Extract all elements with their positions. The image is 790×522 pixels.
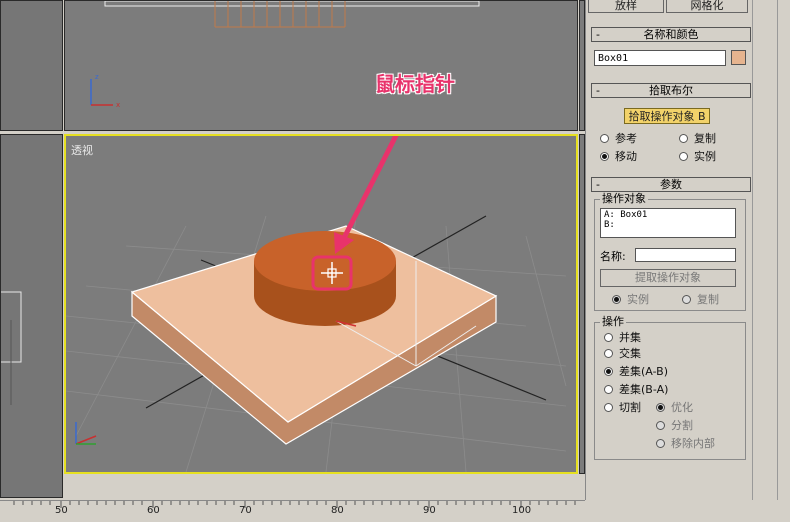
radio-instance[interactable]: 实例 — [679, 150, 716, 164]
viewport-left[interactable] — [0, 134, 63, 498]
ruler-tick-label: 50 — [55, 505, 68, 516]
ruler-tick-label: 80 — [331, 505, 344, 516]
perspective-scene — [66, 136, 567, 472]
viewport-perspective[interactable]: 透视 — [64, 134, 578, 474]
radio-label: 差集(A-B) — [619, 365, 668, 378]
name-label: 名称: — [600, 250, 626, 263]
radio-split[interactable]: 分割 — [656, 419, 693, 433]
radio-icon — [604, 348, 613, 358]
radio-icon — [604, 402, 613, 412]
operation-label: 操作 — [600, 315, 626, 328]
rollout-title: 参数 — [660, 178, 682, 191]
radio-intersection[interactable]: 交集 — [604, 347, 641, 361]
operand-name-field[interactable] — [635, 248, 736, 262]
radio-icon — [604, 384, 613, 394]
radio-icon — [679, 133, 688, 143]
radio-icon — [656, 420, 665, 430]
annotation-mouse-pointer: 鼠标指针 — [375, 72, 455, 96]
rollout-name-color[interactable]: - 名称和颜色 — [591, 27, 751, 42]
radio-cut[interactable]: 切割 — [604, 401, 641, 415]
rollout-pick-boolean[interactable]: - 拾取布尔 — [591, 83, 751, 98]
radio-icon-selected — [656, 402, 665, 412]
radio-icon-selected — [600, 151, 609, 161]
rollout-parameters[interactable]: - 参数 — [591, 177, 751, 192]
time-ruler[interactable] — [0, 500, 585, 522]
radio-icon-selected — [612, 294, 621, 304]
operand-a[interactable]: A: Box01 — [604, 210, 732, 220]
radio-icon — [600, 133, 609, 143]
object-color-swatch[interactable] — [731, 50, 746, 65]
radio-reference[interactable]: 参考 — [600, 132, 637, 146]
radio-label: 分割 — [671, 419, 693, 432]
ruler-ticks — [13, 501, 576, 508]
svg-text:x: x — [116, 101, 120, 109]
radio-extract-copy[interactable]: 复制 — [682, 293, 719, 307]
loft-button[interactable]: 放样 — [588, 0, 664, 13]
viewport-top[interactable]: z x — [64, 0, 578, 131]
radio-label: 实例 — [694, 150, 716, 163]
radio-label: 差集(B-A) — [619, 383, 669, 396]
operands-list[interactable]: A: Box01 B: — [600, 208, 736, 238]
viewport-top-left[interactable] — [0, 0, 63, 131]
radio-label: 移除内部 — [671, 437, 715, 450]
radio-refine[interactable]: 优化 — [656, 401, 693, 415]
rollout-title: 拾取布尔 — [649, 84, 693, 97]
radio-label: 复制 — [694, 132, 716, 145]
radio-remove-inside[interactable]: 移除内部 — [656, 437, 715, 451]
extract-operand-button[interactable]: 提取操作对象 — [600, 269, 736, 287]
operands-label: 操作对象 — [600, 192, 648, 205]
radio-subtract-ba[interactable]: 差集(B-A) — [604, 383, 668, 397]
radio-icon — [679, 151, 688, 161]
operand-b[interactable]: B: — [604, 220, 732, 230]
radio-label: 实例 — [627, 293, 649, 306]
radio-label: 优化 — [671, 401, 693, 414]
radio-icon — [682, 294, 691, 304]
mesh-button[interactable]: 网格化 — [666, 0, 748, 13]
radio-label: 复制 — [697, 293, 719, 306]
radio-icon-selected — [604, 366, 613, 376]
radio-move[interactable]: 移动 — [600, 150, 637, 164]
rollout-title: 名称和颜色 — [643, 28, 699, 41]
radio-label: 切割 — [619, 401, 641, 414]
object-name-field[interactable] — [594, 50, 726, 66]
radio-label: 参考 — [615, 132, 637, 145]
radio-extract-instance[interactable]: 实例 — [612, 293, 649, 307]
radio-copy[interactable]: 复制 — [679, 132, 716, 146]
top-viewport-scene: z x — [90, 1, 480, 109]
ruler-tick-label: 70 — [239, 505, 252, 516]
command-panel-scrollbar[interactable] — [752, 0, 778, 500]
radio-label: 并集 — [619, 331, 641, 344]
ruler-tick-label: 90 — [423, 505, 436, 516]
ruler-tick-label: 60 — [147, 505, 160, 516]
radio-icon — [604, 332, 613, 342]
radio-label: 交集 — [619, 347, 641, 360]
radio-union[interactable]: 并集 — [604, 331, 641, 345]
radio-label: 移动 — [615, 150, 637, 163]
radio-icon — [656, 438, 665, 448]
ruler-tick-label: 100 — [512, 505, 532, 516]
left-viewport-scene — [1, 291, 22, 405]
radio-subtract-ab[interactable]: 差集(A-B) — [604, 365, 668, 379]
svg-text:z: z — [95, 73, 99, 81]
pick-operand-b-button[interactable]: 拾取操作对象 B — [624, 108, 710, 124]
